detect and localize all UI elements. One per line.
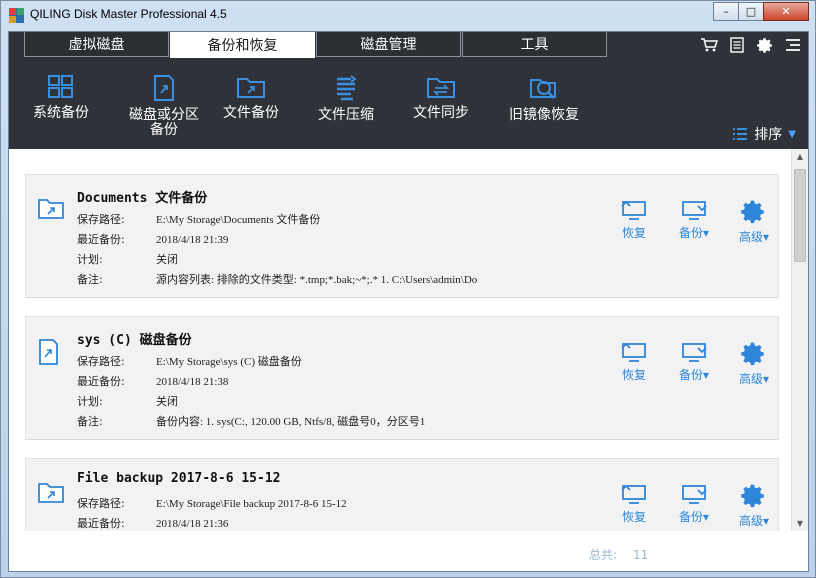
backup-dropdown-button[interactable]: 备份▾ [664,199,724,245]
advanced-dropdown-button[interactable]: 高级▾ [724,341,784,387]
title-bar[interactable]: QILING Disk Master Professional 4.5 – □ … [1,1,815,29]
gear-icon [741,342,764,366]
advanced-dropdown-button[interactable]: 高级▾ [724,199,784,245]
app-window: QILING Disk Master Professional 4.5 – □ … [0,0,816,578]
list-icon[interactable] [728,36,746,54]
toolbar-disk-partition-backup[interactable]: 磁盘或分区备份 [119,74,209,138]
toolbar-system-backup[interactable]: 系统备份 [16,74,106,121]
note-row: 备注: 源内容列表: 排除的文件类型: *.tmp;*.bak;~*;.* 1. … [77,273,478,286]
toolbar-file-sync[interactable]: 文件同步 [396,74,486,121]
window-title: QILING Disk Master Professional 4.5 [30,7,227,21]
tab-virtual-disk[interactable]: 虚拟磁盘 [24,32,169,57]
scrollbar-thumb[interactable] [794,169,806,262]
disk-backup-icon [154,75,174,101]
backup-dropdown-button[interactable]: 备份▾ [664,483,724,529]
folder-backup-icon [237,78,265,98]
restore-icon [621,342,646,362]
chevron-down-icon: ▼ [788,128,796,140]
menu-icon[interactable] [784,36,802,54]
toolbar-label: 磁盘或分区备份 [129,107,199,138]
sort-button[interactable]: 排序 ▼ [732,124,796,144]
advanced-dropdown-button[interactable]: 高级▾ [724,483,784,529]
image-restore-icon [530,79,556,99]
backup-card[interactable]: Documents 文件备份 保存路径: E:\My Storage\Docume… [25,174,779,298]
restore-icon [621,484,646,504]
maximize-button[interactable]: □ [738,2,764,21]
toolbar-label: 文件备份 [223,105,279,121]
backup-name: Documents 文件备份 [77,191,208,206]
tab-disk-management[interactable]: 磁盘管理 [316,32,461,57]
total-label: 总共: [589,548,618,562]
gear-icon [741,200,764,224]
gear-icon [741,484,764,508]
toolbar-old-image-restore[interactable]: 旧镜像恢复 [494,74,594,123]
schedule-row: 计划: 关闭 [77,253,178,266]
backup-icon [682,343,707,362]
schedule-row: 计划: 关闭 [77,395,178,408]
gear-icon[interactable] [756,36,774,54]
windows-icon [48,75,73,98]
sort-list-icon [733,128,748,140]
toolbar-label: 系统备份 [33,105,89,121]
folder-sync-icon [427,78,455,98]
app-logo-icon [9,8,24,23]
toolbar-label: 文件同步 [413,105,469,121]
toolbar-file-compress[interactable]: 文件压缩 [301,74,391,123]
save-path-row: 保存路径: E:\My Storage\File backup 2017-8-6 … [77,497,347,510]
restore-button[interactable]: 恢复 [604,483,664,529]
scroll-down-arrow-icon[interactable]: ▼ [792,516,808,531]
scroll-up-arrow-icon[interactable]: ▲ [792,149,808,164]
backup-name: File backup 2017-8-6 15-12 [77,471,281,486]
toolbar-label: 旧镜像恢复 [509,107,579,123]
tab-tools[interactable]: 工具 [462,32,607,57]
backup-dropdown-button[interactable]: 备份▾ [664,341,724,387]
total-count: 总共: 11 [589,546,648,563]
note-row: 备注: 备份内容: 1. sys(C:, 120.00 GB, Ntfs/8, 磁… [77,415,426,428]
status-footer: 总共: 11 [9,531,808,571]
main-tabs: 虚拟磁盘 备份和恢复 磁盘管理 工具 [24,32,608,58]
restore-icon [621,200,646,220]
backup-card[interactable]: File backup 2017-8-6 15-12 保存路径: E:\My St… [25,458,779,532]
file-backup-icon [38,483,64,503]
vertical-scrollbar[interactable]: ▲ ▼ [791,149,808,531]
save-path-row: 保存路径: E:\My Storage\Documents 文件备份 [77,213,321,226]
last-backup-row: 最近备份: 2018/4/18 21:39 [77,233,229,246]
backup-name: sys (C) 磁盘备份 [77,333,192,348]
restore-button[interactable]: 恢复 [604,341,664,387]
sort-label: 排序 [754,127,783,143]
compress-icon [337,75,357,101]
backup-icon [682,485,707,504]
toolbar-file-backup[interactable]: 文件备份 [206,74,296,121]
header-panel: 虚拟磁盘 备份和恢复 磁盘管理 工具 系统备份 磁盘或分区备份 文件备份 文件压… [9,32,808,149]
close-button[interactable]: ✕ [763,2,809,21]
backup-icon [682,201,707,220]
main-client-area: 虚拟磁盘 备份和恢复 磁盘管理 工具 系统备份 磁盘或分区备份 文件备份 文件压… [8,31,809,572]
last-backup-row: 最近备份: 2018/4/18 21:36 [77,517,229,530]
cart-icon[interactable] [700,36,718,54]
tab-backup-restore[interactable]: 备份和恢复 [170,32,315,58]
minimize-button[interactable]: – [713,2,739,21]
toolbar-label: 文件压缩 [318,107,374,123]
backup-card[interactable]: sys (C) 磁盘备份 保存路径: E:\My Storage\sys (C) … [25,316,779,440]
restore-button[interactable]: 恢复 [604,199,664,245]
file-backup-icon [38,199,64,219]
save-path-row: 保存路径: E:\My Storage\sys (C) 磁盘备份 [77,355,302,368]
last-backup-row: 最近备份: 2018/4/18 21:38 [77,375,229,388]
disk-backup-icon [39,339,58,365]
total-value: 11 [633,548,649,562]
